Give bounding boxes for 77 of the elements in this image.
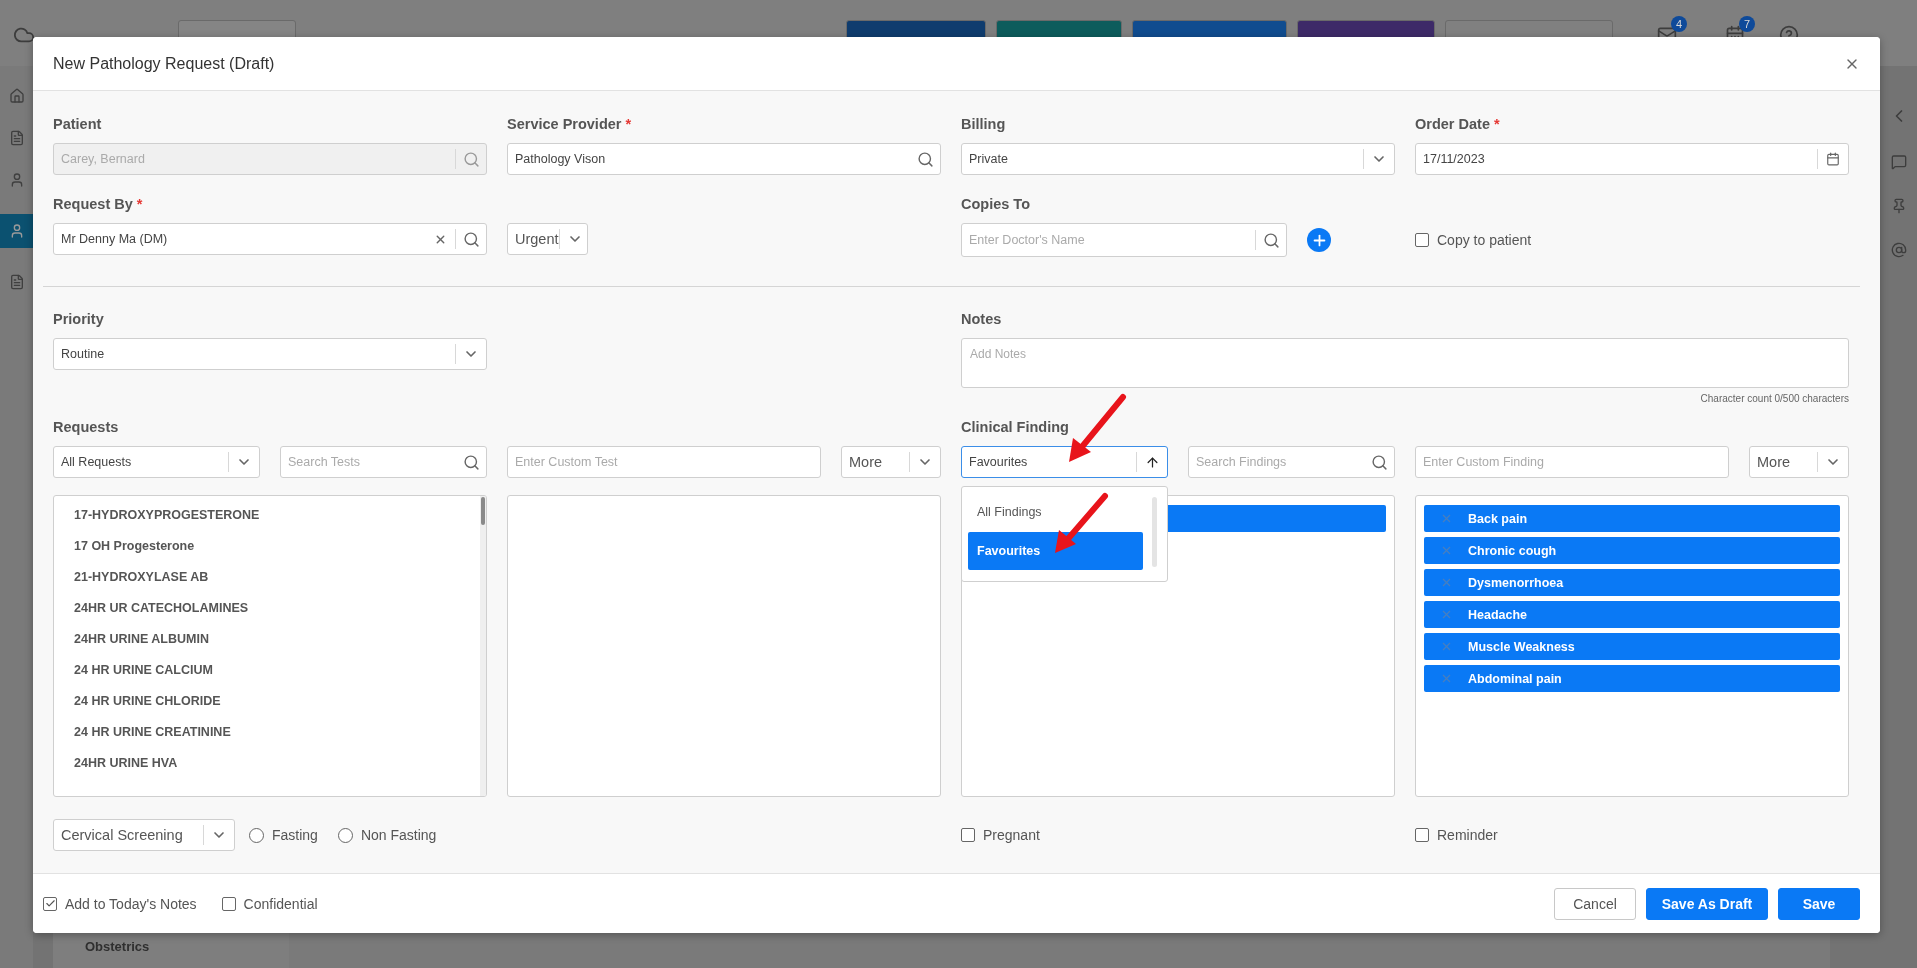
search-icon (462, 230, 480, 248)
dropdown-scrollbar[interactable] (1152, 497, 1157, 567)
test-item[interactable]: 24 HR URINE CHLORIDE (54, 685, 480, 716)
dialog-title: New Pathology Request (Draft) (53, 54, 275, 73)
service-provider-field[interactable]: Pathology Vison (507, 143, 941, 175)
test-item[interactable]: 17 OH Progesterone (54, 530, 480, 561)
search-icon (916, 150, 934, 168)
checkbox[interactable] (1415, 828, 1429, 842)
annotation-arrow (1053, 493, 1109, 555)
field-label: Service Provider * (507, 115, 632, 134)
notification-badge: 4 (1671, 16, 1687, 32)
finding-tag[interactable]: Chronic cough (1424, 537, 1840, 564)
scrollbar-thumb[interactable] (481, 497, 485, 525)
search-icon (462, 453, 480, 471)
test-item[interactable]: 17-HYDROXYPROGESTERONE (54, 499, 480, 530)
checkbox-label: Pregnant (983, 827, 1040, 843)
cancel-button[interactable]: Cancel (1554, 887, 1636, 920)
home-icon[interactable] (8, 88, 25, 104)
checkbox[interactable] (961, 828, 975, 842)
checkbox-label: Copy to patient (1437, 232, 1532, 248)
finding-tag[interactable]: Abdominal pain (1424, 665, 1840, 692)
more-select[interactable]: More (1749, 446, 1849, 478)
finding-tag[interactable]: Headache (1424, 601, 1840, 628)
section-label: Requests (53, 418, 119, 437)
test-item[interactable]: 24HR URINE ALBUMIN (54, 623, 480, 654)
test-item[interactable]: 24 HR URINE CREATININE (54, 716, 480, 747)
radio-button[interactable] (249, 827, 264, 843)
notification-badge: 7 (1739, 16, 1755, 32)
checkbox-label: Confidential (243, 895, 318, 912)
finding-tag[interactable]: Back pain (1424, 505, 1840, 532)
test-item[interactable]: 21-HYDROXYLASE AB (54, 561, 480, 592)
urgency-select[interactable]: Urgent (507, 223, 588, 255)
field-label: Copies To (961, 195, 1030, 214)
at-sign-icon[interactable] (1890, 242, 1907, 258)
test-item[interactable]: 24HR UR CATECHOLAMINES (54, 592, 480, 623)
checkbox-label: Reminder (1437, 827, 1498, 843)
section-label: Clinical Finding (961, 418, 1069, 437)
checkbox-label: Add to Today's Notes (65, 895, 197, 912)
test-item[interactable]: 24HR URINE HVA (54, 747, 480, 778)
cervical-screening-select[interactable]: Cervical Screening (53, 819, 235, 851)
findings-filter-select[interactable]: Favourites (961, 446, 1168, 478)
radio-label: Fasting (272, 827, 318, 843)
chat-icon[interactable] (1890, 154, 1907, 170)
radio-button[interactable] (337, 827, 353, 843)
calendar-icon (1826, 152, 1840, 166)
finding-tag[interactable]: Dysmenorrhoea (1424, 569, 1840, 596)
requests-filter-select[interactable]: All Requests (53, 446, 260, 478)
checkbox[interactable] (43, 896, 57, 911)
field-label: Request By * (53, 195, 143, 214)
order-date-field[interactable]: 17/11/2023 (1415, 143, 1849, 175)
radio-label: Non Fasting (360, 827, 437, 843)
field-label: Patient (53, 115, 102, 134)
character-count: Character count 0/500 characters (1700, 393, 1849, 404)
dropdown-option[interactable]: Favourites (968, 532, 1143, 570)
request-by-field[interactable]: Mr Denny Ma (DM) (53, 223, 487, 255)
add-button[interactable] (1307, 228, 1331, 252)
test-item[interactable]: 24 HR URINE CALCIUM (54, 654, 480, 685)
field-label: Billing (961, 115, 1006, 134)
search-icon (462, 150, 480, 168)
finding-tag[interactable]: Muscle Weakness (1424, 633, 1840, 660)
primary-button[interactable]: Save (1778, 887, 1860, 920)
field-label: Notes (961, 310, 1002, 329)
search-icon (1262, 231, 1280, 249)
dropdown-option[interactable]: All Findings (968, 495, 1143, 529)
field-label: Order Date * (1415, 115, 1500, 134)
primary-button[interactable]: Save As Draft (1646, 887, 1768, 920)
priority-select[interactable]: Routine (53, 338, 487, 370)
checkbox[interactable] (221, 896, 236, 911)
billing-select[interactable]: Private (961, 143, 1395, 175)
sidebar-selected-item[interactable] (0, 214, 33, 248)
document-icon[interactable] (8, 274, 25, 290)
search-icon (1370, 453, 1388, 471)
more-select[interactable]: More (841, 446, 941, 478)
document-icon[interactable] (8, 130, 25, 146)
checkbox[interactable] (1415, 233, 1429, 247)
annotation-arrow (1067, 394, 1127, 464)
field-label: Priority (53, 310, 104, 329)
